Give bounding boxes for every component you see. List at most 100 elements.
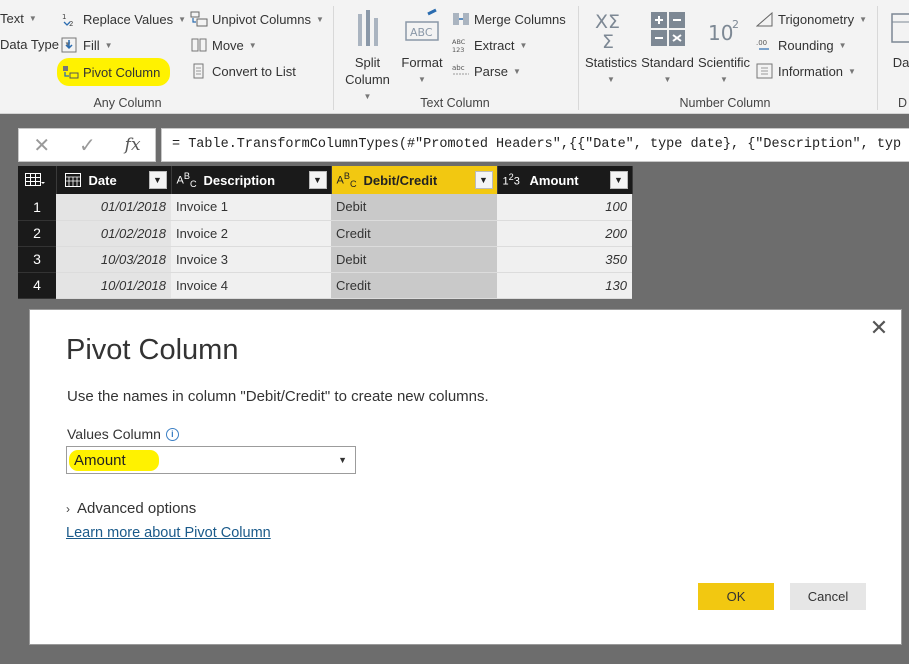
split-label-line1: Split: [354, 55, 381, 70]
learn-more-link[interactable]: Learn more about Pivot Column: [66, 525, 271, 541]
table-row[interactable]: 4 10/01/2018 Invoice 4 Credit 130: [18, 272, 632, 299]
scientific-button[interactable]: 10 2 Scientific ▼: [697, 8, 751, 88]
cell-description[interactable]: Invoice 2: [171, 220, 331, 247]
confirm-formula-icon[interactable]: ✓: [79, 133, 96, 158]
replace-values-label: Replace Values: [83, 11, 174, 27]
cell-amount[interactable]: 200: [497, 220, 632, 247]
information-button[interactable]: Information ▼: [756, 63, 856, 79]
cell-amount[interactable]: 100: [497, 194, 632, 221]
cell-date[interactable]: 01/01/2018: [56, 194, 171, 221]
ribbon-separator: [578, 6, 579, 110]
cancel-button[interactable]: Cancel: [790, 583, 866, 610]
cell-debit-credit[interactable]: Credit: [331, 220, 497, 247]
formula-buttons: ✕ ✓ fx: [18, 128, 156, 162]
rounding-icon: .00: [756, 39, 769, 50]
fill-down-icon: [61, 37, 77, 53]
move-button[interactable]: Move ▼: [190, 37, 257, 53]
cell-date[interactable]: 10/03/2018: [56, 246, 171, 273]
unpivot-columns-icon: [190, 11, 208, 27]
split-column-button[interactable]: Split Column ▼: [340, 8, 395, 105]
table-row[interactable]: 3 10/03/2018 Invoice 3 Debit 350: [18, 246, 632, 273]
filter-dropdown-icon[interactable]: ▼: [308, 171, 327, 189]
scientific-label: Scientific: [697, 55, 751, 70]
ribbon: Text ▼ Data Type ▼ 12 Replace Values ▼ Fill…: [0, 0, 909, 114]
svg-text:2: 2: [732, 18, 739, 31]
formula-input[interactable]: = Table.TransformColumnTypes(#"Promoted …: [161, 128, 909, 162]
column-header-date[interactable]: Date ▼: [56, 166, 172, 194]
convert-to-list-icon: [193, 63, 204, 79]
unpivot-columns-button[interactable]: Unpivot Columns ▼: [190, 11, 324, 27]
info-icon[interactable]: i: [165, 427, 179, 441]
cancel-formula-icon[interactable]: ✕: [33, 133, 50, 158]
filter-dropdown-icon[interactable]: ▼: [474, 171, 493, 189]
cell-date[interactable]: 01/02/2018: [56, 220, 171, 247]
filter-dropdown-icon[interactable]: ▼: [148, 171, 167, 189]
svg-text:XΣ: XΣ: [595, 11, 620, 33]
data-grid: Date ▼ ABC Description ▼ ABC Debit/Credi…: [18, 166, 633, 299]
cell-amount[interactable]: 130: [497, 272, 632, 299]
values-column-selected: Amount: [69, 449, 159, 471]
advanced-options-toggle[interactable]: › Advanced options: [66, 500, 196, 517]
ribbon-separator: [877, 6, 878, 110]
information-icon: [756, 63, 773, 79]
date-type-icon: [64, 173, 81, 187]
fx-icon[interactable]: fx: [125, 135, 141, 155]
format-button[interactable]: ABC Format ▼: [398, 8, 446, 88]
filter-dropdown-icon[interactable]: ▼: [609, 171, 628, 189]
row-number: 1: [18, 194, 56, 221]
statistics-button[interactable]: XΣ Σ Statistics ▼: [583, 8, 639, 88]
standard-button[interactable]: Standard ▼: [640, 8, 695, 88]
cell-amount[interactable]: 350: [497, 246, 632, 273]
svg-text:Σ: Σ: [602, 31, 614, 52]
date-button-partial[interactable]: Da: [886, 8, 909, 71]
merge-columns-button[interactable]: Merge Columns: [452, 11, 566, 27]
parse-icon: abc: [452, 64, 469, 75]
rounding-button[interactable]: .00 Rounding ▼: [756, 37, 847, 53]
parse-button[interactable]: abc Parse ▼: [452, 63, 521, 79]
fill-label: Fill: [83, 37, 100, 53]
standard-icon: [650, 12, 685, 46]
ok-button[interactable]: OK: [698, 583, 774, 610]
table-menu-header[interactable]: [18, 166, 57, 194]
text-type-icon: ABC: [336, 171, 357, 189]
values-column-select[interactable]: Amount ▼: [66, 446, 356, 474]
svg-text:10: 10: [708, 21, 733, 45]
number-type-icon: 123: [502, 172, 520, 188]
extract-label: Extract: [474, 37, 515, 53]
extract-icon: ABC123: [452, 38, 466, 53]
replace-values-button[interactable]: 12 Replace Values ▼: [61, 11, 186, 28]
split-label-line2: Column: [345, 72, 390, 87]
cell-description[interactable]: Invoice 1: [171, 194, 331, 221]
column-header-description[interactable]: ABC Description ▼: [171, 166, 332, 194]
cell-description[interactable]: Invoice 3: [171, 246, 331, 273]
trigonometry-button[interactable]: Trigonometry ▼: [756, 11, 867, 27]
table-row[interactable]: 1 01/01/2018 Invoice 1 Debit 100: [18, 194, 632, 221]
svg-text:1: 1: [62, 13, 66, 21]
statistics-label: Statistics: [584, 55, 637, 70]
cell-debit-credit[interactable]: Debit: [331, 246, 497, 273]
standard-label: Standard: [641, 55, 694, 70]
text-column-group-label: Text Column: [420, 96, 490, 110]
pivot-column-label: Pivot Column: [83, 64, 161, 80]
pivot-column-icon: [63, 66, 79, 79]
cell-debit-credit[interactable]: Credit: [331, 272, 497, 299]
convert-to-list-button[interactable]: Convert to List: [190, 63, 296, 79]
close-icon[interactable]: ✕: [867, 316, 891, 340]
cell-debit-credit[interactable]: Debit: [331, 194, 497, 221]
cell-description[interactable]: Invoice 4: [171, 272, 331, 299]
column-header-debit-credit[interactable]: ABC Debit/Credit ▼: [331, 166, 498, 194]
table-row[interactable]: 2 01/02/2018 Invoice 2 Credit 200: [18, 220, 632, 247]
text-button[interactable]: Text ▼: [0, 11, 37, 26]
scientific-icon: 102: [708, 18, 739, 45]
extract-button[interactable]: ABC 123 Extract ▼: [452, 37, 527, 54]
column-header-amount[interactable]: 123 Amount ▼: [497, 166, 633, 194]
number-column-group-label: Number Column: [679, 96, 771, 110]
chevron-right-icon: ›: [66, 501, 70, 516]
svg-text:ABC: ABC: [410, 26, 433, 39]
pivot-column-button[interactable]: Pivot Column: [57, 58, 171, 86]
unpivot-columns-label: Unpivot Columns: [212, 11, 311, 27]
cell-date[interactable]: 10/01/2018: [56, 272, 171, 299]
fill-button[interactable]: Fill ▼: [61, 37, 113, 53]
replace-values-icon: 12: [62, 13, 73, 27]
table-grid-icon: [25, 173, 45, 186]
